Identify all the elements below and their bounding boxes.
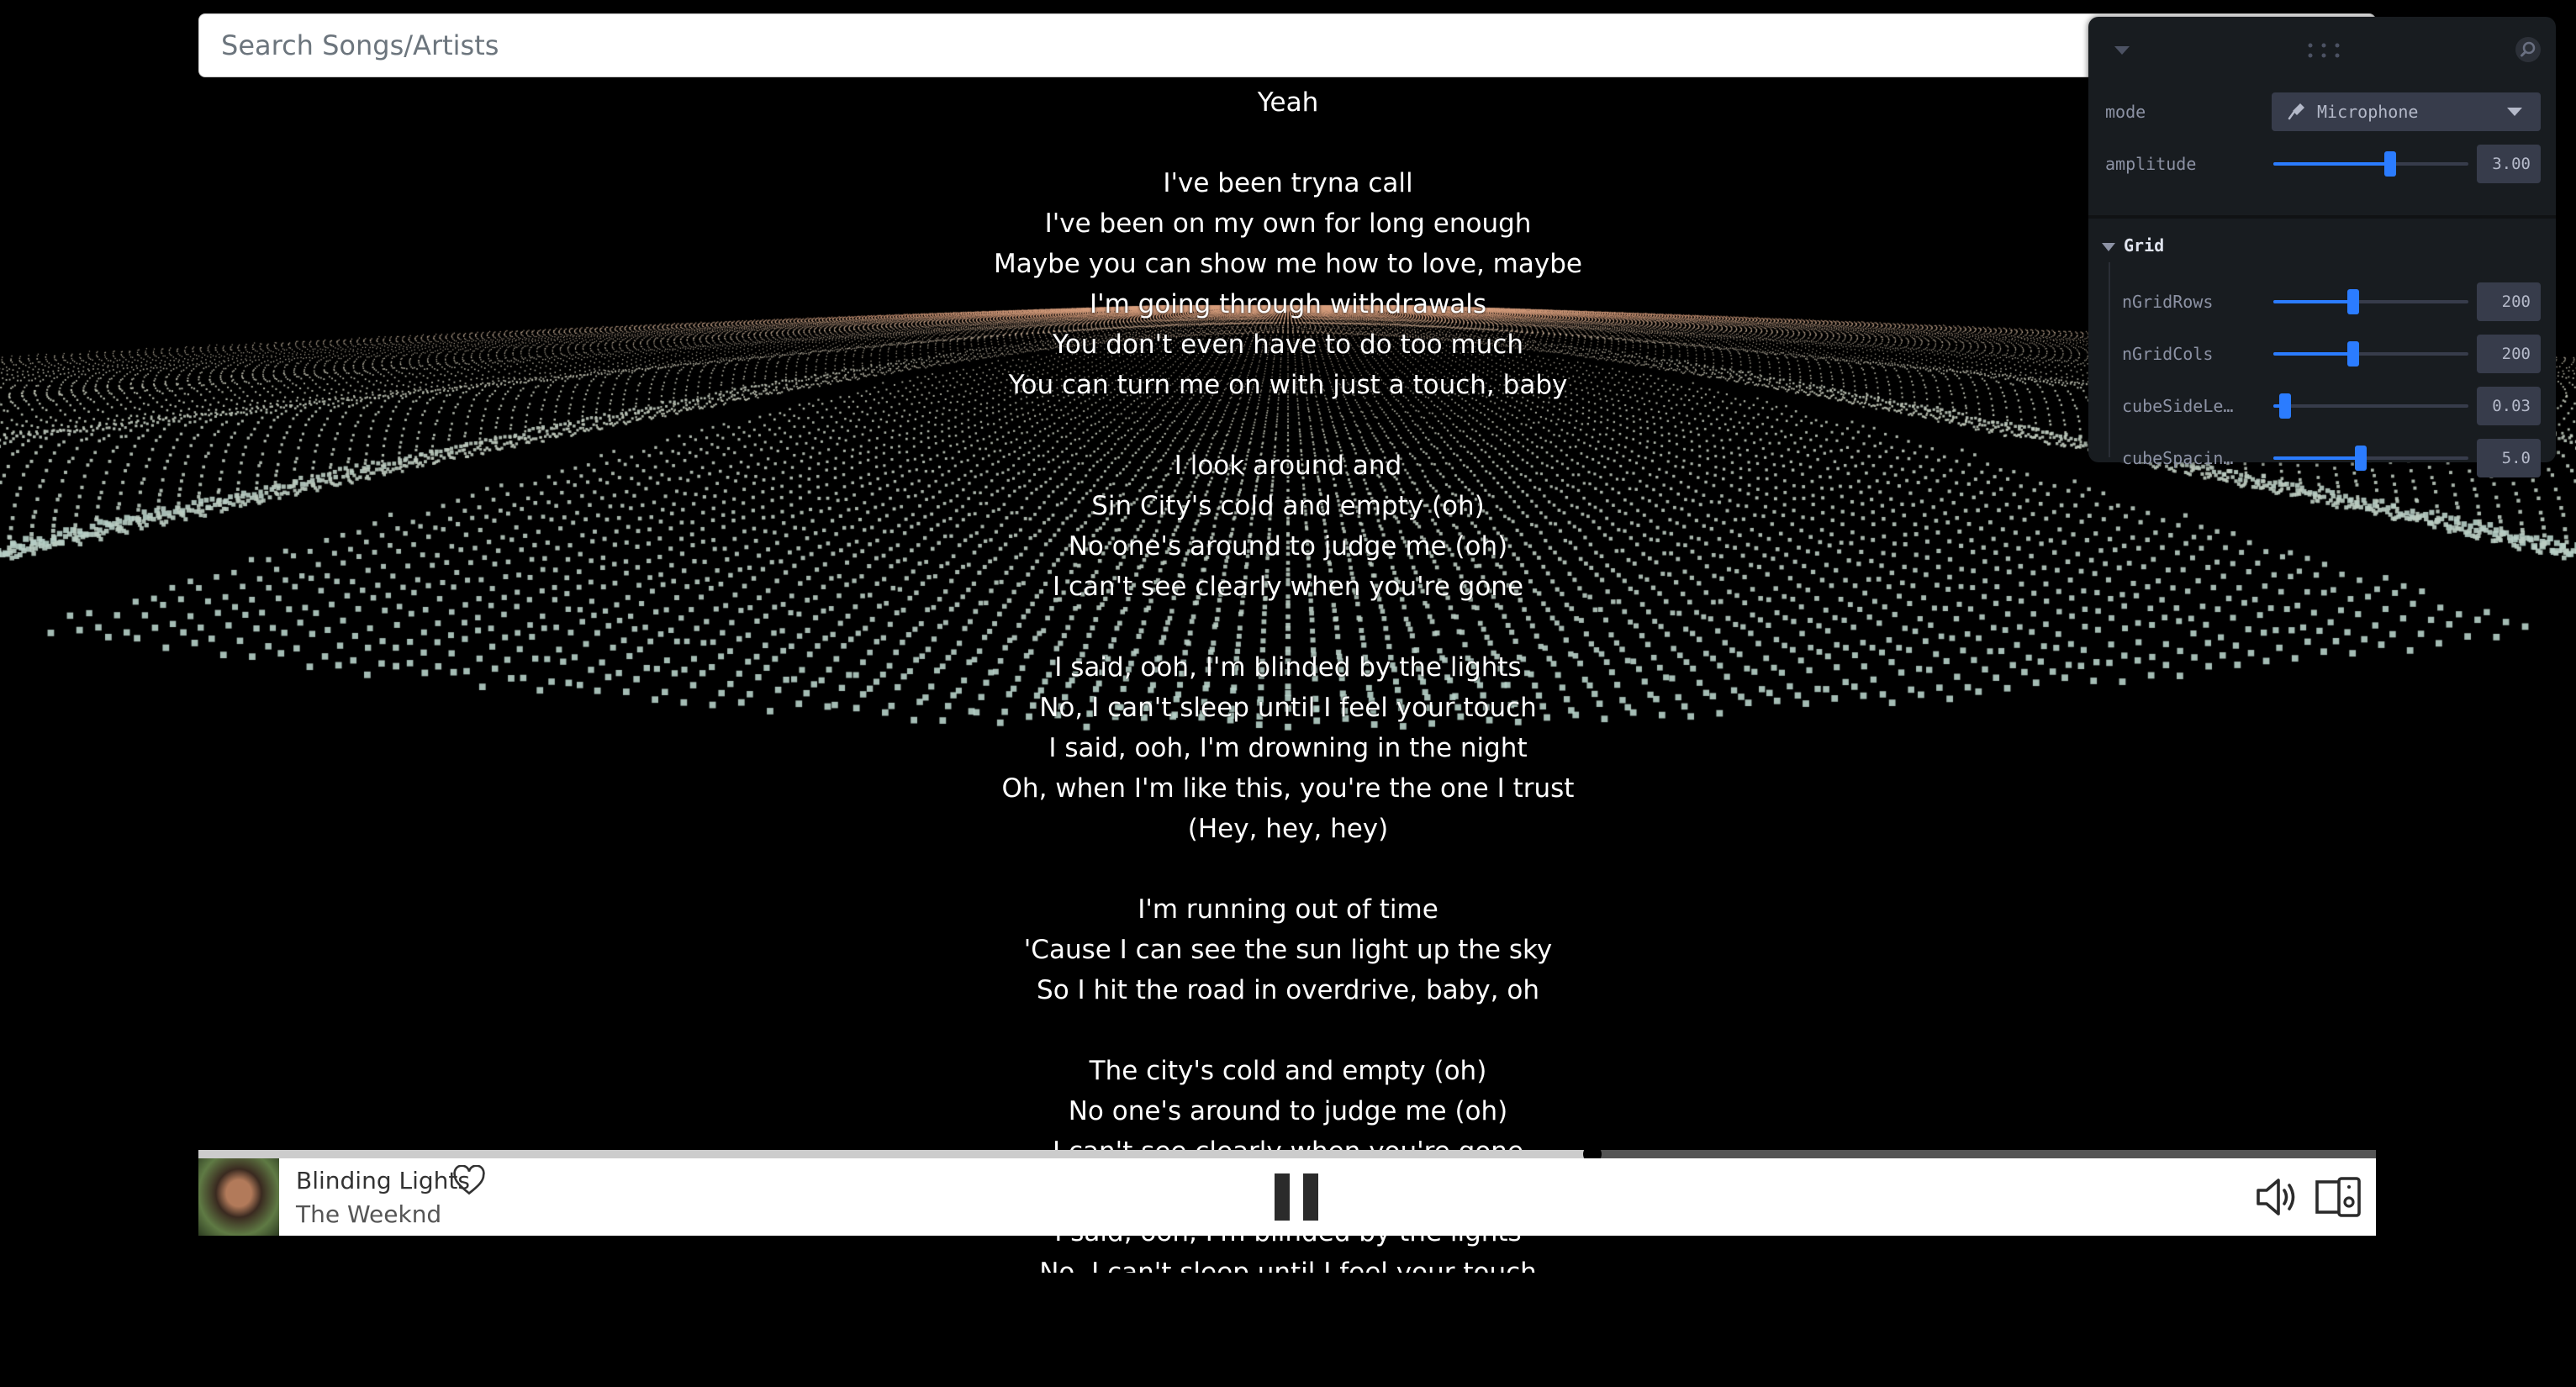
amplitude-slider[interactable] — [2273, 145, 2468, 183]
param-input[interactable]: 0.03 — [2477, 387, 2541, 425]
slider-track — [2273, 404, 2468, 408]
lyric-line: I can't see clearly when you're gone — [1052, 572, 1524, 602]
slider-handle[interactable] — [2347, 289, 2360, 314]
slider-handle[interactable] — [2355, 446, 2367, 471]
panel-header — [2088, 17, 2556, 84]
slider-handle[interactable] — [2278, 393, 2291, 419]
lyric-line: Yeah — [1257, 87, 1319, 118]
lyric-line: No, I can't sleep until I feel your touc… — [1039, 1258, 1537, 1273]
lyric-line: You don't even have to do too much — [1053, 330, 1523, 360]
amplitude-label: amplitude — [2105, 154, 2197, 174]
grid-folder-title: Grid — [2124, 235, 2165, 256]
lyric-line: No one's around to judge me (oh) — [1068, 531, 1508, 562]
param-slider[interactable] — [2273, 439, 2468, 477]
microphone-icon — [2288, 103, 2304, 120]
lyric-gap — [757, 405, 1819, 446]
lyric-gap — [757, 1010, 1819, 1051]
param-label: nGridCols — [2122, 344, 2214, 364]
lyric-line: Sin City's cold and empty (oh) — [1091, 491, 1485, 521]
search-bar[interactable] — [198, 13, 2376, 77]
grid-folder-toggle[interactable]: Grid — [2102, 229, 2164, 262]
drag-handle-icon[interactable] — [2305, 40, 2342, 61]
search-input[interactable] — [199, 14, 2375, 76]
param-slider[interactable] — [2273, 335, 2468, 373]
lyric-line: The city's cold and empty (oh) — [1089, 1056, 1487, 1086]
param-label: nGridRows — [2122, 292, 2214, 312]
lyric-line: So I hit the road in overdrive, baby, oh — [1037, 975, 1539, 1005]
progress-bar[interactable] — [198, 1145, 2376, 1163]
slider-fill — [2273, 300, 2354, 303]
progress-fill — [198, 1150, 1592, 1158]
slider-fill — [2273, 352, 2354, 356]
param-input[interactable]: 200 — [2477, 335, 2541, 373]
track-artist: The Weeknd — [296, 1200, 442, 1228]
pause-icon — [1275, 1173, 1290, 1221]
triangle-down-icon — [2102, 242, 2115, 251]
param-slider[interactable] — [2273, 282, 2468, 321]
pause-icon-bar — [1303, 1173, 1318, 1221]
lyric-line: I said, ooh, I'm drowning in the night — [1048, 733, 1528, 763]
lyric-line: I'm running out of time — [1138, 894, 1438, 925]
search-icon[interactable] — [2514, 35, 2542, 64]
settings-panel: mode Microphone amplitude 3.00 Grid nGri… — [2088, 17, 2556, 477]
lyric-line: No one's around to judge me (oh) — [1068, 1096, 1508, 1126]
mode-value: Microphone — [2317, 102, 2419, 122]
panel-divider — [2088, 215, 2556, 219]
param-input[interactable]: 5.0 — [2477, 439, 2541, 477]
lyric-line: I look around and — [1174, 451, 1402, 481]
devices-icon[interactable] — [2314, 1173, 2364, 1221]
volume-icon[interactable] — [2253, 1173, 2300, 1221]
slider-handle[interactable] — [2347, 341, 2360, 367]
lyric-gap — [757, 123, 1819, 163]
album-art — [198, 1158, 279, 1236]
mode-label: mode — [2105, 102, 2146, 122]
param-slider[interactable] — [2273, 387, 2468, 425]
lyric-gap — [757, 849, 1819, 889]
track-title: Blinding Lights — [296, 1167, 470, 1195]
collapse-icon[interactable] — [2112, 42, 2132, 59]
player-bar: Blinding Lights The Weeknd — [198, 1158, 2376, 1236]
lyric-line: I'm going through withdrawals — [1089, 289, 1487, 319]
lyrics-panel: Yeah I've been tryna call I've been on my … — [757, 82, 1819, 1273]
lyric-line: 'Cause I can see the sun light up the sk… — [1023, 935, 1553, 965]
lyric-line: No, I can't sleep until I feel your touc… — [1039, 693, 1537, 723]
lyric-line: I've been tryna call — [1163, 168, 1413, 198]
lyric-line: Oh, when I'm like this, you're the one I… — [1001, 773, 1575, 804]
param-label: cubeSpacin… — [2122, 448, 2234, 468]
lyric-line: You can turn me on with just a touch, ba… — [1008, 370, 1568, 400]
slider-fill — [2273, 162, 2391, 166]
heart-icon[interactable] — [452, 1165, 486, 1195]
pause-button[interactable] — [1266, 1168, 1328, 1226]
lyric-line: (Hey, hey, hey) — [1187, 814, 1389, 844]
lyric-line: I've been on my own for long enough — [1044, 208, 1532, 239]
lyric-line: Maybe you can show me how to love, maybe — [994, 249, 1582, 279]
lyric-gap — [757, 607, 1819, 647]
param-input[interactable]: 200 — [2477, 282, 2541, 321]
folder-indent-rule — [2109, 262, 2110, 457]
param-label: cubeSideLe… — [2122, 396, 2234, 416]
amplitude-input[interactable]: 3.00 — [2477, 145, 2541, 183]
slider-handle[interactable] — [2384, 151, 2397, 177]
slider-fill — [2273, 456, 2362, 460]
mode-select[interactable]: Microphone — [2272, 92, 2541, 131]
lyric-line: I said, ooh, I'm blinded by the lights — [1054, 652, 1522, 683]
chevron-down-icon — [2507, 108, 2522, 116]
